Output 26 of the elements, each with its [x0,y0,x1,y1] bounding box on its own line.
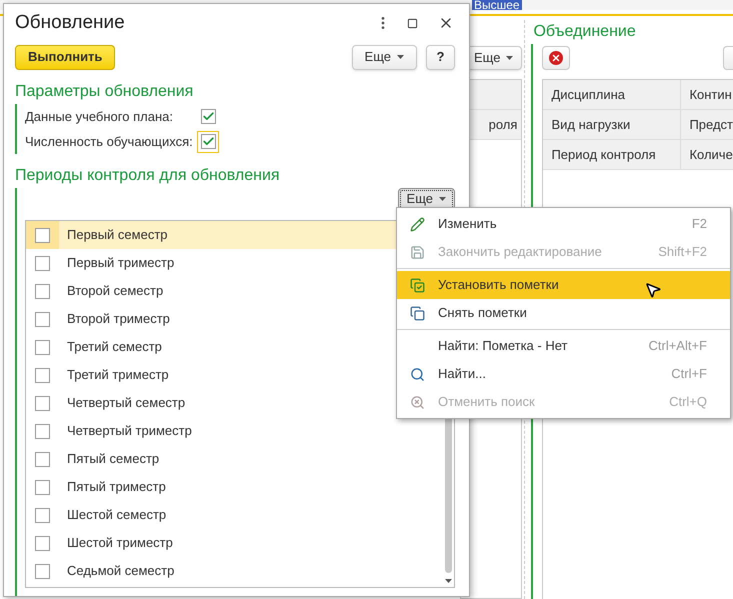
list-item-label: Четвертый семестр [67,394,186,412]
list-item-label: Второй триместр [67,310,170,328]
field-label: Данные учебного плана: [25,108,174,126]
list-item-label: Четвертый триместр [67,422,192,440]
list-item-label: Шестой семестр [67,506,166,524]
table-cell: Контин [681,80,733,109]
list-item-label: Первый семестр [67,226,168,244]
list-item-label: Третий триместр [67,366,169,384]
table-cell: Вид нагрузки [543,110,682,139]
table-cell: Предст [681,110,733,139]
list-item-label: Шестой триместр [67,534,173,552]
section-title: Периоды контроля для обновления [15,166,281,186]
section-title: Параметры обновления [15,82,194,102]
section-title: Объединение [532,22,637,42]
table-cell: Период контроля [543,140,682,169]
list-item-label: Второй семестр [67,282,164,300]
field-label: Численность обучающихся: [25,132,194,151]
list-item-label: Третий семестр [67,338,162,356]
selected-text: Высшее [472,0,522,10]
table-cell: Количе [681,140,733,169]
table-cell: Дисциплина [543,80,682,109]
list-item-label: Первый триместр [67,254,174,272]
window-title: Обновление [15,10,126,35]
list-item-label: Седьмой семестр [67,562,174,580]
list-item-label: Пятый семестр [67,450,160,468]
list-item-label: Пятый триместр [67,478,166,496]
